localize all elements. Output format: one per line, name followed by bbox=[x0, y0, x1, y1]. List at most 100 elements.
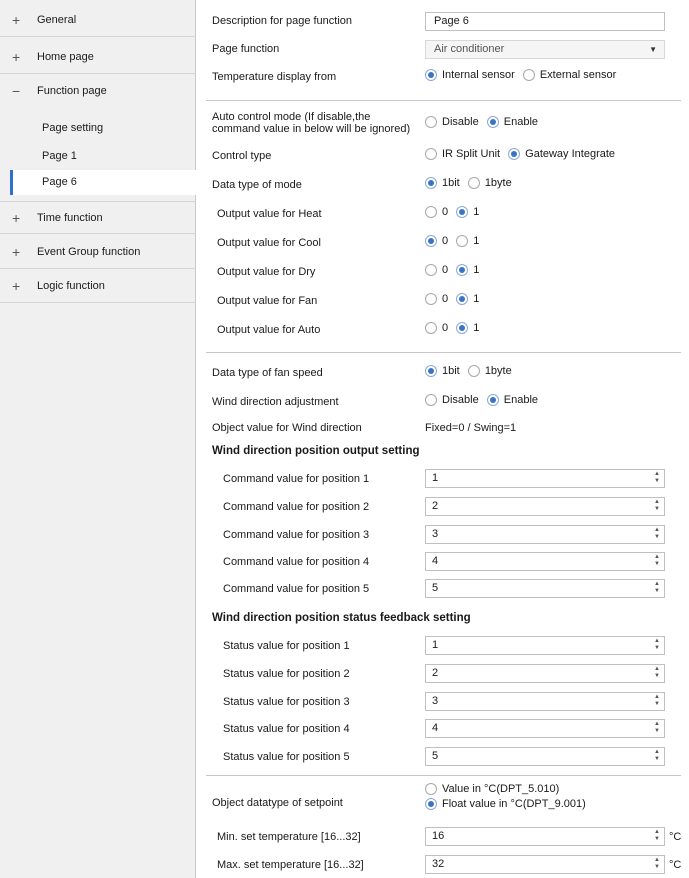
spin-arrows-icon[interactable]: ▲ ▼ bbox=[654, 471, 660, 485]
status-position-5-stepper[interactable]: 5 ▲ ▼ bbox=[425, 747, 665, 766]
radio-selected-icon bbox=[425, 69, 437, 82]
radio-0[interactable]: 0 bbox=[425, 322, 448, 335]
spin-arrows-icon[interactable]: ▲ ▼ bbox=[654, 721, 660, 735]
status-position-5-label: Status value for position 5 bbox=[223, 751, 350, 763]
sidebar-item-event-group-function[interactable]: + Event Group function bbox=[0, 236, 196, 269]
position-status-heading: Wind direction position status feedback … bbox=[212, 612, 471, 624]
status-position-2-stepper[interactable]: 2 ▲ ▼ bbox=[425, 664, 665, 683]
radio-selected-icon bbox=[456, 206, 469, 219]
sidebar-item-time-function[interactable]: + Time function bbox=[0, 201, 196, 234]
radio-gateway-integrate[interactable]: Gateway Integrate bbox=[508, 148, 615, 161]
radio-1[interactable]: 1 bbox=[456, 293, 479, 306]
radio-label: Enable bbox=[503, 116, 539, 129]
sidebar-item-logic-function[interactable]: + Logic function bbox=[0, 270, 196, 303]
radio-label: 1byte bbox=[484, 177, 512, 190]
spin-arrows-icon[interactable]: ▲ ▼ bbox=[654, 581, 660, 595]
radio-1[interactable]: 1 bbox=[456, 264, 479, 277]
stepper-value: 5 bbox=[432, 582, 439, 594]
page-function-select[interactable]: Air conditioner ▼ bbox=[425, 40, 665, 59]
sidebar-subitem-page-6[interactable]: Page 6 bbox=[10, 170, 196, 195]
radio-unselected-icon bbox=[425, 293, 437, 306]
sidebar-item-label: Function page bbox=[37, 85, 107, 97]
radio-label: Enable bbox=[503, 394, 539, 407]
radio-0[interactable]: 0 bbox=[425, 235, 448, 248]
stepper-value: 16 bbox=[432, 830, 445, 842]
sidebar-subitem-page-1[interactable]: Page 1 bbox=[0, 144, 196, 169]
radio-label: External sensor bbox=[539, 69, 617, 82]
sidebar-subitem-page-setting[interactable]: Page setting bbox=[0, 116, 196, 141]
radio-label: IR Split Unit bbox=[442, 148, 501, 161]
spin-arrows-icon[interactable]: ▲ ▼ bbox=[654, 499, 660, 513]
radio-0[interactable]: 0 bbox=[425, 293, 449, 306]
expand-icon: + bbox=[12, 210, 21, 226]
stepper-value: 2 bbox=[432, 667, 439, 679]
radio-internal-sensor[interactable]: Internal sensor bbox=[425, 69, 515, 82]
radio-unselected-icon bbox=[467, 177, 480, 190]
radio-1byte[interactable]: 1byte bbox=[467, 365, 512, 378]
radio-1bit[interactable]: 1bit bbox=[425, 365, 460, 378]
radio-label: 0 bbox=[442, 264, 449, 277]
radio-external-sensor[interactable]: External sensor bbox=[522, 69, 617, 82]
min-temp-label: Min. set temperature [16...32] bbox=[217, 831, 361, 843]
command-position-3-stepper[interactable]: 3 ▲ ▼ bbox=[425, 525, 665, 544]
radio-0[interactable]: 0 bbox=[425, 264, 449, 277]
page-function-value: Air conditioner bbox=[434, 43, 505, 55]
radio-value-dpt-5-010[interactable]: Value in °C(DPT_5.010) bbox=[425, 783, 586, 796]
status-position-4-stepper[interactable]: 4 ▲ ▼ bbox=[425, 719, 665, 738]
radio-1[interactable]: 1 bbox=[456, 206, 480, 219]
radio-enable[interactable]: Enable bbox=[486, 394, 539, 407]
radio-label: 0 bbox=[442, 293, 449, 306]
output-heat-radio-group: 0 1 bbox=[425, 206, 484, 222]
radio-1[interactable]: 1 bbox=[456, 235, 479, 248]
radio-selected-icon bbox=[425, 177, 437, 190]
command-position-2-stepper[interactable]: 2 ▲ ▼ bbox=[425, 497, 665, 516]
wind-object-label: Object value for Wind direction bbox=[212, 422, 362, 434]
radio-1byte[interactable]: 1byte bbox=[467, 177, 512, 190]
command-position-5-stepper[interactable]: 5 ▲ ▼ bbox=[425, 579, 665, 598]
wind-object-value: Fixed=0 / Swing=1 bbox=[425, 422, 517, 434]
radio-selected-icon bbox=[456, 293, 469, 306]
status-position-1-label: Status value for position 1 bbox=[223, 640, 350, 652]
spin-arrows-icon[interactable]: ▲ ▼ bbox=[654, 666, 660, 680]
command-position-4-stepper[interactable]: 4 ▲ ▼ bbox=[425, 552, 665, 571]
radio-label: 1 bbox=[473, 322, 480, 335]
spin-arrows-icon[interactable]: ▲ ▼ bbox=[654, 694, 660, 708]
settings-panel: Description for page function Page 6 Pag… bbox=[196, 0, 689, 878]
expand-icon: + bbox=[12, 12, 21, 28]
auto-control-radio-group: Disable Enable bbox=[425, 116, 543, 132]
radio-unselected-icon bbox=[425, 148, 437, 161]
sidebar: + General + Home page − Function page Pa… bbox=[0, 0, 196, 878]
radio-disable[interactable]: Disable bbox=[425, 394, 479, 407]
radio-1bit[interactable]: 1bit bbox=[425, 177, 460, 190]
spin-arrows-icon[interactable]: ▲ ▼ bbox=[654, 554, 660, 568]
status-position-3-stepper[interactable]: 3 ▲ ▼ bbox=[425, 692, 665, 711]
spin-arrows-icon[interactable]: ▲ ▼ bbox=[654, 638, 660, 652]
spin-arrows-icon[interactable]: ▲ ▼ bbox=[654, 527, 660, 541]
radio-0[interactable]: 0 bbox=[425, 206, 448, 219]
min-temp-stepper[interactable]: 16 ▲ ▼ bbox=[425, 827, 665, 846]
spin-arrows-icon[interactable]: ▲ ▼ bbox=[654, 829, 660, 843]
radio-disable[interactable]: Disable bbox=[425, 116, 479, 129]
radio-selected-icon bbox=[425, 365, 437, 378]
command-position-3-label: Command value for position 3 bbox=[223, 529, 370, 541]
sidebar-item-general[interactable]: + General bbox=[0, 4, 196, 37]
sidebar-item-function-page[interactable]: − Function page bbox=[0, 75, 196, 108]
radio-ir-split-unit[interactable]: IR Split Unit bbox=[425, 148, 501, 161]
radio-label: 1 bbox=[473, 206, 480, 219]
description-input[interactable]: Page 6 bbox=[425, 12, 665, 31]
auto-control-label: Auto control mode (If disable,the comman… bbox=[212, 111, 410, 135]
status-position-1-stepper[interactable]: 1 ▲ ▼ bbox=[425, 636, 665, 655]
expand-icon: + bbox=[12, 278, 21, 294]
radio-enable[interactable]: Enable bbox=[486, 116, 539, 129]
radio-float-dpt-9-001[interactable]: Float value in °C(DPT_9.001) bbox=[425, 798, 586, 811]
radio-label: Internal sensor bbox=[442, 69, 515, 82]
radio-1[interactable]: 1 bbox=[456, 322, 480, 335]
sidebar-item-home-page[interactable]: + Home page bbox=[0, 41, 196, 74]
max-temp-stepper[interactable]: 32 ▲ ▼ bbox=[425, 855, 665, 874]
stepper-value: 4 bbox=[432, 555, 439, 567]
stepper-value: 5 bbox=[432, 750, 439, 762]
command-position-1-stepper[interactable]: 1 ▲ ▼ bbox=[425, 469, 665, 488]
spin-arrows-icon[interactable]: ▲ ▼ bbox=[654, 857, 660, 871]
output-cool-label: Output value for Cool bbox=[217, 237, 321, 249]
spin-arrows-icon[interactable]: ▲ ▼ bbox=[654, 749, 660, 763]
